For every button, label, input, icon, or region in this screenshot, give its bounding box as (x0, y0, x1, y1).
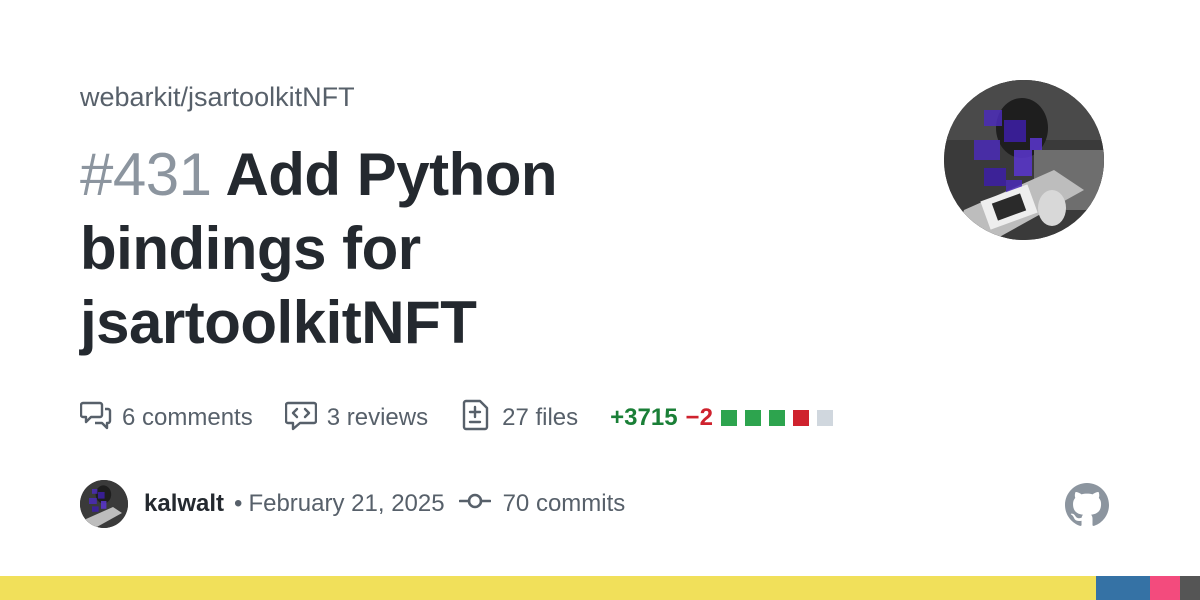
language-bar-segment (1180, 576, 1200, 600)
author-name[interactable]: kalwalt (144, 490, 224, 518)
diff-bar (720, 410, 833, 426)
author-avatar[interactable] (80, 480, 128, 528)
code-review-icon (284, 399, 327, 438)
diff-square (768, 410, 785, 426)
pr-date: February 21, 2025 (248, 490, 445, 517)
language-bar-segment (1150, 576, 1180, 600)
git-commit-icon (458, 485, 491, 524)
pr-number: #431 (80, 141, 212, 208)
commits-count: 70 commits (502, 490, 626, 517)
reviews-stat: 3 reviews (284, 399, 429, 438)
file-diff-icon (460, 399, 502, 438)
language-bar (0, 576, 1200, 600)
comment-discussion-icon (79, 399, 122, 438)
author-row: kalwalt • February 21, 2025 70 commits (80, 480, 625, 528)
author-avatar-large (944, 80, 1104, 240)
comments-count: 6 comments (122, 404, 253, 431)
language-bar-segment (1096, 576, 1150, 600)
language-bar-segment (0, 576, 1096, 600)
separator: • (234, 490, 243, 517)
reviews-count: 3 reviews (326, 404, 429, 431)
diff-square (816, 410, 833, 426)
github-mark-icon (1065, 483, 1109, 527)
diff-square (744, 410, 761, 426)
comments-stat: 6 comments (79, 399, 253, 438)
additions-count: +3715 (610, 404, 678, 431)
diff-square (792, 410, 809, 426)
files-count: 27 files (502, 404, 579, 431)
diff-stat: +3715 −2 (610, 404, 833, 432)
pr-stats: 6 comments 3 reviews 27 files +3715 −2 (79, 398, 865, 438)
repo-name[interactable]: webarkit/jsartoolkitNFT (80, 82, 355, 113)
deletions-count: −2 (685, 404, 713, 431)
pr-title: #431 Add Python bindings for jsartoolkit… (80, 138, 780, 360)
files-stat: 27 files (460, 399, 578, 438)
diff-square (720, 410, 737, 426)
